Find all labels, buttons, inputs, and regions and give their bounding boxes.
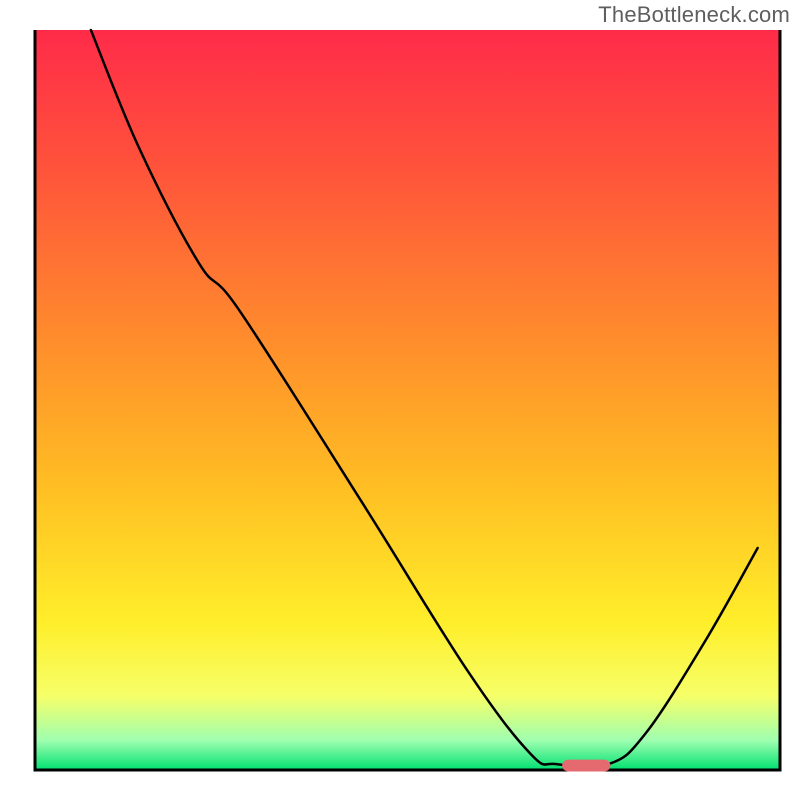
chart-svg bbox=[0, 0, 800, 800]
chart-container: TheBottleneck.com bbox=[0, 0, 800, 800]
plot-background bbox=[35, 30, 780, 770]
optimal-marker bbox=[562, 760, 610, 772]
watermark-text: TheBottleneck.com bbox=[598, 2, 790, 28]
